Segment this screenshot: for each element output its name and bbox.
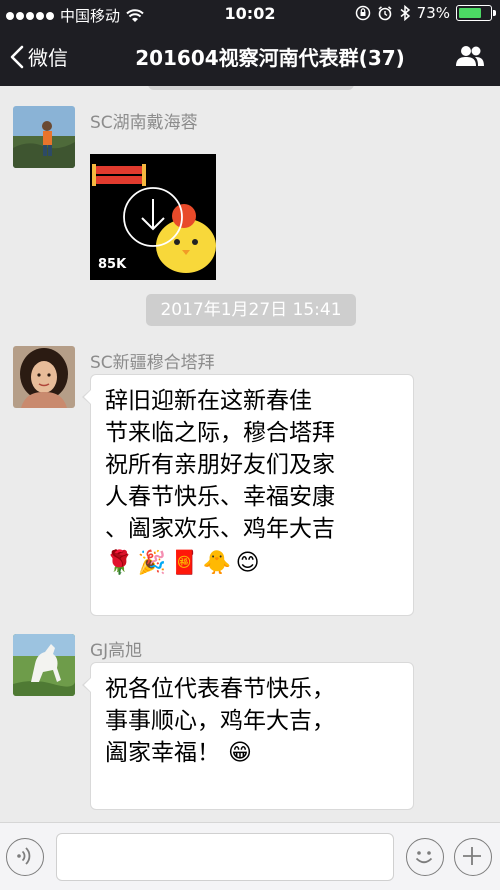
status-right-group: 73% [355, 4, 496, 22]
group-info-button[interactable] [454, 44, 486, 72]
chat-area[interactable]: SC湖南戴海蓉 85K 2017年1月27日 15:41 SC新疆穆合塔拜 辞旧… [0, 86, 500, 822]
text-message-bubble[interactable]: 辞旧迎新在这新春佳 节来临之际，穆合塔拜 祝所有亲朋好友们及家 人春节快乐、幸福… [82, 374, 414, 616]
battery-level-fill [459, 8, 481, 18]
battery-icon [456, 5, 496, 21]
message-line: 辞旧迎新在这新春佳 [105, 388, 312, 414]
chick-emoji-icon: 🐥 [202, 550, 232, 576]
message-row: SC新疆穆合塔拜 辞旧迎新在这新春佳 节来临之际，穆合塔拜 祝所有亲朋好友们及家… [0, 346, 500, 616]
smile-emoji-icon: 😊 [235, 550, 260, 576]
message-input[interactable] [56, 833, 394, 881]
plus-icon [463, 847, 482, 866]
message-line: 人春节快乐、幸福安康 [105, 484, 335, 510]
back-button[interactable]: 微信 [10, 42, 68, 71]
more-button[interactable] [454, 838, 492, 876]
text-message-bubble[interactable]: 祝各位代表春节快乐， 事事顺心，鸡年大吉， 阖家幸福！ 😁 [82, 662, 414, 810]
party-popper-emoji-icon: 🎉 [137, 550, 167, 576]
chat-title: 201604视察河南代表群(37) [135, 46, 405, 70]
voice-button[interactable] [6, 838, 44, 876]
group-people-icon [456, 46, 484, 66]
back-label: 微信 [28, 46, 68, 70]
avatar[interactable] [13, 346, 75, 408]
avatar[interactable] [13, 106, 75, 168]
emoji-icon [416, 851, 433, 864]
timestamp-pill: 2017年1月27日 15:41 [146, 294, 356, 326]
message-line: 事事顺心，鸡年大吉， [105, 708, 335, 734]
sender-name: GJ高旭 [90, 641, 143, 661]
alarm-icon [378, 6, 392, 21]
rose-emoji-icon: 🌹 [105, 550, 134, 576]
red-envelope-emoji-icon: 🧧 [170, 550, 199, 576]
avatar[interactable] [13, 634, 75, 696]
voice-icon [17, 847, 31, 865]
status-bar: 中国移动 10:02 73% [0, 0, 500, 28]
message-line: 祝所有亲朋好友们及家 [105, 452, 335, 478]
previous-timestamp-stub [148, 86, 354, 90]
grin-emoji-icon: 😁 [228, 740, 252, 766]
battery-percent: 73% [416, 4, 450, 22]
sticker-size-label: 85K [98, 257, 127, 272]
sticker-message[interactable]: 85K [90, 154, 216, 280]
nav-bar: 微信 201604视察河南代表群(37) [0, 28, 500, 86]
message-line-with-emoji: 阖家幸福！ 😁 [105, 737, 399, 769]
message-row: SC湖南戴海蓉 85K [0, 106, 500, 286]
message-line: 祝各位代表春节快乐， [105, 676, 335, 702]
message-line: 、阖家欢乐、鸡年大吉 [105, 516, 335, 542]
message-row: GJ高旭 祝各位代表春节快乐， 事事顺心，鸡年大吉， 阖家幸福！ 😁 [0, 634, 500, 814]
input-bar [0, 822, 500, 890]
sender-name: SC湖南戴海蓉 [90, 113, 198, 133]
sender-name: SC新疆穆合塔拜 [90, 353, 215, 373]
chevron-left-icon [10, 45, 24, 68]
emoji-row: 🌹 🎉 🧧 🐥 😊 [105, 547, 399, 579]
bluetooth-icon [400, 5, 410, 21]
message-line: 节来临之际，穆合塔拜 [105, 420, 335, 446]
message-line: 阖家幸福！ [105, 740, 220, 766]
orientation-lock-icon [355, 5, 370, 21]
emoji-button[interactable] [406, 838, 444, 876]
